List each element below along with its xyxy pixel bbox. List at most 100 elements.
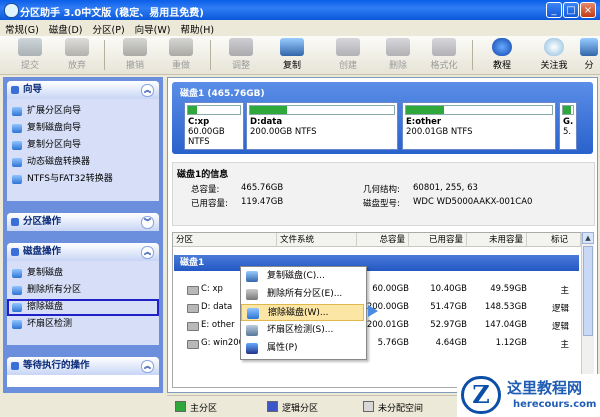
- resize-button[interactable]: 调整: [219, 38, 263, 71]
- total-capacity-value: 465.76GB: [241, 183, 284, 193]
- disk-model-label: 磁盘型号:: [363, 199, 400, 209]
- primary-swatch: [175, 401, 186, 412]
- help-icon: [492, 38, 512, 56]
- table-row[interactable]: C: xp 60.00GB 10.40GB 49.59GB 主: [173, 281, 579, 298]
- wizard-extend-partition[interactable]: 扩展分区向导: [7, 103, 159, 120]
- chevron-up-icon[interactable]: ︽: [141, 246, 154, 259]
- disk-partition-e[interactable]: E:other 200.01GB NTFS: [402, 102, 556, 150]
- logical-swatch: [267, 401, 278, 412]
- disk-op-copy[interactable]: 复制磁盘: [7, 265, 159, 282]
- context-menu: 复制磁盘(C)... 删除所有分区(E)... 擦除磁盘(W)... 坏扇区检测…: [240, 266, 367, 360]
- submit-button[interactable]: 提交: [8, 38, 52, 71]
- geometry-value: 60801, 255, 63: [413, 183, 478, 193]
- menu-general[interactable]: 常规(G): [0, 20, 44, 36]
- undo-icon: [123, 38, 147, 56]
- delete-button[interactable]: 删除: [376, 38, 420, 71]
- undo-button[interactable]: 撤销: [113, 38, 157, 71]
- geometry-label: 几何结构:: [363, 185, 400, 195]
- cut-off-button[interactable]: 分: [578, 38, 600, 71]
- menu-partition[interactable]: 分区(P): [88, 20, 130, 36]
- legend-unallocated: 未分配空间: [363, 401, 423, 414]
- col-flag[interactable]: 标记: [527, 233, 581, 247]
- col-total[interactable]: 总容量: [357, 233, 409, 247]
- toolbar: 提交 放弃 撤销 重做 调整 复制 创建 删除 格式化 教程 关注我 分: [0, 36, 600, 75]
- watermark-url: herecours.com: [513, 399, 597, 410]
- close-button[interactable]: ×: [580, 2, 596, 18]
- format-icon: [432, 38, 456, 56]
- wizard-header[interactable]: 向导 ︽: [7, 81, 159, 99]
- format-button[interactable]: 格式化: [422, 38, 466, 71]
- drive-icon: [187, 304, 199, 313]
- disk-op-wipe[interactable]: 擦除磁盘: [7, 299, 159, 316]
- pending-icon: [11, 362, 19, 370]
- copy-button[interactable]: 复制: [270, 38, 314, 71]
- legend-primary: 主分区: [175, 401, 217, 414]
- total-capacity-label: 总容量:: [191, 185, 220, 195]
- follow-button[interactable]: 关注我: [532, 38, 576, 71]
- disk-row[interactable]: 磁盘1: [174, 255, 579, 271]
- table-row[interactable]: G: win200 5.76GB 4.64GB 1.12GB 主: [173, 335, 579, 352]
- wizard-copy-disk[interactable]: 复制磁盘向导: [7, 120, 159, 137]
- wizard-dynamic-disk[interactable]: 动态磁盘转换器: [7, 154, 159, 171]
- dynamic-disk-icon: [12, 158, 22, 167]
- wizard-copy-partition[interactable]: 复制分区向导: [7, 137, 159, 154]
- chevron-up-icon[interactable]: ︽: [141, 360, 154, 373]
- disk-op-delete-all[interactable]: 删除所有分区: [7, 282, 159, 299]
- resize-icon: [229, 38, 253, 56]
- disk-op-bad-sector[interactable]: 坏扇区检测: [7, 316, 159, 333]
- discard-button[interactable]: 放弃: [55, 38, 99, 71]
- col-filesystem[interactable]: 文件系统: [277, 233, 357, 247]
- disk-map: 磁盘1 (465.76GB) C:xp 60.00GB NTFS D:data …: [172, 82, 593, 154]
- tutorial-button[interactable]: 教程: [480, 38, 524, 71]
- partition-ops-section: 分区操作 ︾: [7, 213, 159, 231]
- maximize-button[interactable]: □: [563, 2, 579, 18]
- disk-ops-section: 磁盘操作 ︽ 复制磁盘 删除所有分区 擦除磁盘 坏扇区检测: [7, 243, 159, 345]
- wizard-section: 向导 ︽ 扩展分区向导 复制磁盘向导 复制分区向导 动态磁盘转换器 NTFS与FA…: [7, 81, 159, 201]
- toolbar-separator: [472, 40, 473, 70]
- drive-icon: [187, 286, 199, 295]
- col-used[interactable]: 已用容量: [409, 233, 467, 247]
- menu-disk[interactable]: 磁盘(D): [44, 20, 88, 36]
- ctx-bad-sector[interactable]: 坏扇区检测(S)...: [241, 322, 364, 339]
- table-row[interactable]: E: other 200.01GB 52.97GB 147.04GB 逻辑: [173, 317, 579, 334]
- ctx-wipe-disk[interactable]: 擦除磁盘(W)...: [241, 304, 364, 321]
- disk-ops-header[interactable]: 磁盘操作 ︽: [7, 243, 159, 261]
- scroll-thumb[interactable]: [583, 246, 593, 336]
- copy-disk-icon: [12, 124, 22, 133]
- create-button[interactable]: 创建: [326, 38, 370, 71]
- partition-ops-header[interactable]: 分区操作 ︾: [7, 213, 159, 231]
- ctx-copy-disk[interactable]: 复制磁盘(C)...: [241, 268, 364, 285]
- chevron-up-icon[interactable]: ︽: [141, 84, 154, 97]
- vertical-scrollbar[interactable]: ▲ ▼: [581, 232, 594, 386]
- used-capacity-label: 已用容量:: [191, 199, 228, 209]
- follow-icon: [544, 38, 564, 56]
- wizard-ntfs-fat32[interactable]: NTFS与FAT32转换器: [7, 171, 159, 188]
- redo-button[interactable]: 重做: [159, 38, 203, 71]
- ctx-delete-all[interactable]: 删除所有分区(E)...: [241, 286, 364, 303]
- scan-icon: [12, 320, 22, 329]
- usage-bar: [249, 105, 395, 115]
- disk-partition-g[interactable]: G. 5.: [559, 102, 577, 150]
- chevron-down-icon[interactable]: ︾: [141, 216, 154, 229]
- minimize-button[interactable]: _: [546, 2, 562, 18]
- checkmark-icon: [18, 38, 42, 56]
- x-icon: [65, 38, 89, 56]
- legend-logical: 逻辑分区: [267, 401, 318, 414]
- usage-bar: [562, 105, 574, 115]
- toolbar-separator: [104, 40, 105, 70]
- disk-partition-d[interactable]: D:data 200.00GB NTFS: [246, 102, 398, 150]
- usage-bar: [187, 105, 241, 115]
- col-free[interactable]: 未用容量: [467, 233, 527, 247]
- copy-icon: [280, 38, 304, 56]
- disk-partition-c[interactable]: C:xp 60.00GB NTFS: [184, 102, 244, 150]
- disk-model-value: WDC WD5000AAKX-001CA0: [413, 197, 533, 207]
- wizard-icon: [11, 86, 19, 94]
- ctx-properties[interactable]: 属性(P): [241, 340, 364, 357]
- scroll-up-icon[interactable]: ▲: [582, 232, 594, 244]
- pending-header[interactable]: 等待执行的操作 ︽: [7, 357, 159, 375]
- title-bar: 分区助手 3.0中文版 (稳定、易用且免费) _ □ ×: [0, 0, 600, 20]
- menu-help[interactable]: 帮助(H): [175, 20, 219, 36]
- menu-wizard[interactable]: 向导(W): [130, 20, 176, 36]
- col-partition[interactable]: 分区: [173, 233, 277, 247]
- usage-bar: [405, 105, 553, 115]
